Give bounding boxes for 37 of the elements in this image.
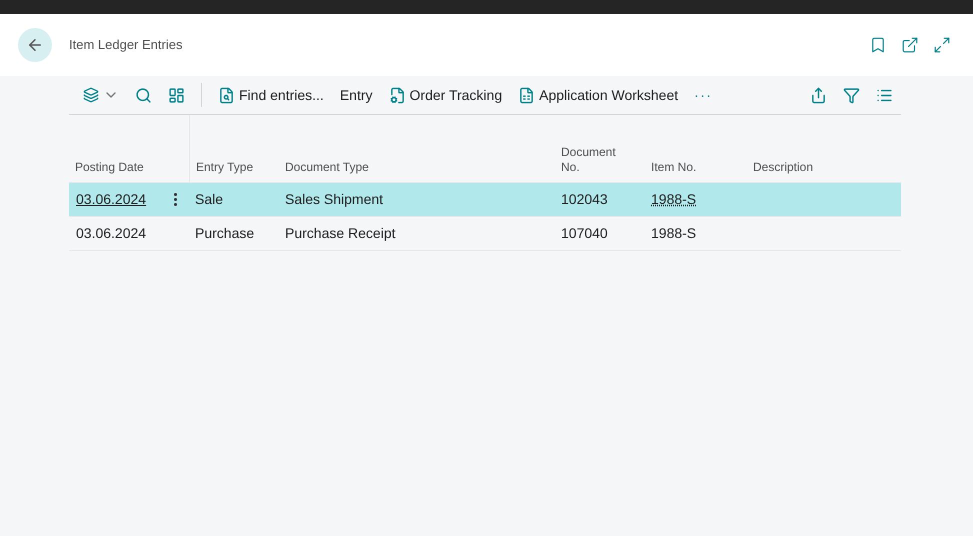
more-button[interactable]: ···	[686, 79, 720, 111]
search-icon	[135, 86, 152, 104]
order-tracking-button[interactable]: Order Tracking	[380, 79, 510, 111]
column-header[interactable]: Posting Date	[69, 160, 144, 175]
column-header[interactable]: Entry Type	[196, 160, 254, 175]
table-cell[interactable]: 1988-S	[651, 189, 696, 210]
spreadsheet-icon	[518, 86, 536, 104]
table-cell-text: Sale	[195, 190, 224, 209]
back-button[interactable]	[18, 28, 52, 62]
table-cell-text: Sales Shipment	[285, 190, 384, 209]
column-header[interactable]: Description	[747, 160, 814, 175]
document-gear-icon	[388, 86, 406, 104]
expand-icon[interactable]	[933, 36, 951, 54]
column-header[interactable]: Document Type	[279, 160, 369, 175]
filter-icon[interactable]	[843, 86, 860, 104]
column-header[interactable]: Document No.	[555, 145, 625, 175]
table-cell[interactable]: 1988-S	[651, 223, 696, 244]
entry-button[interactable]: Entry	[332, 79, 381, 111]
bookmark-icon[interactable]	[869, 36, 887, 54]
find-entries-button[interactable]: Find entries...	[210, 79, 332, 111]
table-cell-text: 102043	[561, 190, 608, 209]
row-menu-icon[interactable]	[174, 193, 177, 206]
layers-icon	[83, 87, 99, 103]
open-new-window-icon[interactable]	[901, 36, 919, 54]
table-cell-text: 107040	[561, 224, 608, 243]
column-header[interactable]: Item No.	[645, 160, 696, 175]
share-icon[interactable]	[810, 86, 827, 104]
page-title: Item Ledger Entries	[69, 36, 182, 54]
table-cell-text: Purchase	[195, 224, 254, 243]
table-cell[interactable]: 03.06.2024	[76, 223, 146, 244]
table-row[interactable]: 03.06.2024 Purchase Purchase Receipt 107040 1988-S	[69, 217, 901, 251]
application-worksheet-button[interactable]: Application Worksheet	[510, 79, 686, 111]
layout-icon	[168, 86, 185, 104]
table-cell-text: Purchase Receipt	[285, 224, 396, 243]
table-row[interactable]: 03.06.2024 Sale Sales Shipment 102043 1988-S	[69, 183, 901, 217]
table-cell[interactable]: 03.06.2024	[76, 189, 146, 210]
document-search-icon	[218, 86, 235, 104]
